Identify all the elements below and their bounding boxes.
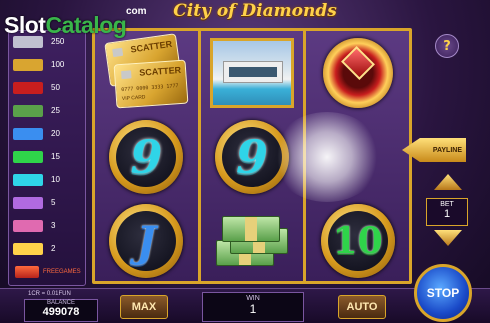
symbol-icon — [13, 174, 43, 186]
paytable-value: 15 — [51, 152, 60, 161]
nine-coin-symbol: 9 — [109, 120, 184, 194]
money-stack-symbol — [212, 210, 292, 272]
right-control-panel: ? PAYLINE BET 1 — [402, 30, 482, 286]
balance-value: 499078 — [42, 306, 80, 318]
symbol-icon — [13, 59, 43, 71]
bet-increase-arrow-icon[interactable] — [434, 174, 462, 190]
scatter-symbol: SCATTER SCATTER 0777 0000 3333 1777 VIP CA… — [101, 33, 191, 110]
win-value: 1 — [249, 302, 257, 316]
autoplay-button[interactable]: AUTO — [338, 295, 386, 319]
paytable-panel: 250 100 50 25 20 15 10 5 3 2 FREEGAMES — [8, 30, 86, 286]
watermark-text: SlotCatalog — [4, 12, 127, 38]
payline-label: PAYLINE — [432, 146, 462, 154]
bet-display: BET 1 — [426, 198, 468, 226]
symbol-icon — [13, 197, 43, 209]
card-vip: VIP CARD — [122, 94, 146, 103]
bet-label: BET — [440, 201, 454, 208]
paytable-value: 20 — [51, 129, 60, 138]
credit-info: 1CR = 0.01FUN — [28, 291, 71, 297]
reel-cell: 9 — [95, 115, 198, 199]
card-number: 0777 0000 3333 1777 — [121, 83, 179, 94]
help-button[interactable]: ? — [435, 34, 459, 58]
paytable-value: 5 — [51, 198, 56, 207]
paytable-row: 15 — [11, 150, 85, 164]
reel-cell — [306, 31, 409, 115]
card-label: SCATTER — [139, 64, 182, 78]
mansion-symbol — [210, 38, 294, 108]
paytable-value: 3 — [51, 221, 56, 230]
sparkle-effect — [272, 112, 382, 202]
paytable-row: 100 — [11, 58, 85, 72]
paytable-row: 20 — [11, 127, 85, 141]
paytable-row: 50 — [11, 81, 85, 95]
reel-cell: 10 — [306, 199, 409, 283]
symbol-icon — [13, 151, 43, 163]
paytable-row-freegames: FREEGAMES — [13, 265, 85, 281]
reel-cell — [201, 31, 304, 115]
paytable-row: 3 — [11, 219, 85, 233]
paytable-value: 2 — [51, 244, 56, 253]
bet-value: 1 — [443, 208, 451, 220]
reel-cell: J — [95, 199, 198, 283]
win-label: WIN — [246, 295, 260, 302]
reel-1: SCATTER SCATTER 0777 0000 3333 1777 VIP CA… — [95, 31, 198, 281]
paytable-value: 25 — [51, 106, 60, 115]
stop-button[interactable]: STOP — [414, 264, 472, 322]
symbol-icon — [13, 243, 43, 255]
reel-cell — [201, 199, 304, 283]
paytable-row: 10 — [11, 173, 85, 187]
symbol-icon — [13, 220, 43, 232]
paytable-value: 10 — [51, 175, 60, 184]
slotcatalog-watermark: SlotCatalog com — [4, 4, 154, 38]
paytable-row: 5 — [11, 196, 85, 210]
max-bet-button[interactable]: MAX — [120, 295, 168, 319]
paytable-row: 2 — [11, 242, 85, 256]
win-display: WIN 1 — [202, 292, 304, 322]
nine-glyph: 9 — [116, 127, 177, 187]
paytable-row: 25 — [11, 104, 85, 118]
ten-coin-symbol: 10 — [320, 204, 395, 278]
game-title: City of Diamonds — [173, 1, 337, 21]
balance-display: BALANCE 499078 — [24, 299, 98, 322]
symbol-icon — [13, 128, 43, 140]
bet-decrease-arrow-icon[interactable] — [434, 230, 462, 246]
symbol-icon — [13, 82, 43, 94]
free-games-icon — [15, 266, 39, 278]
paytable-value: 50 — [51, 83, 60, 92]
card-label: SCATTER — [130, 38, 174, 55]
ten-glyph: 10 — [327, 211, 388, 271]
jack-coin-symbol: J — [109, 204, 184, 278]
vip-card: SCATTER 0777 0000 3333 1777 VIP CARD — [113, 59, 189, 109]
symbol-icon — [13, 105, 43, 117]
paytable-free-label: FREEGAMES — [43, 269, 81, 275]
paytable-value: 100 — [51, 60, 65, 69]
reel-cell: SCATTER SCATTER 0777 0000 3333 1777 VIP CA… — [95, 31, 198, 115]
ruby-ring-symbol — [322, 38, 393, 108]
watermark-com: com — [126, 6, 147, 17]
jack-glyph: J — [116, 211, 177, 271]
